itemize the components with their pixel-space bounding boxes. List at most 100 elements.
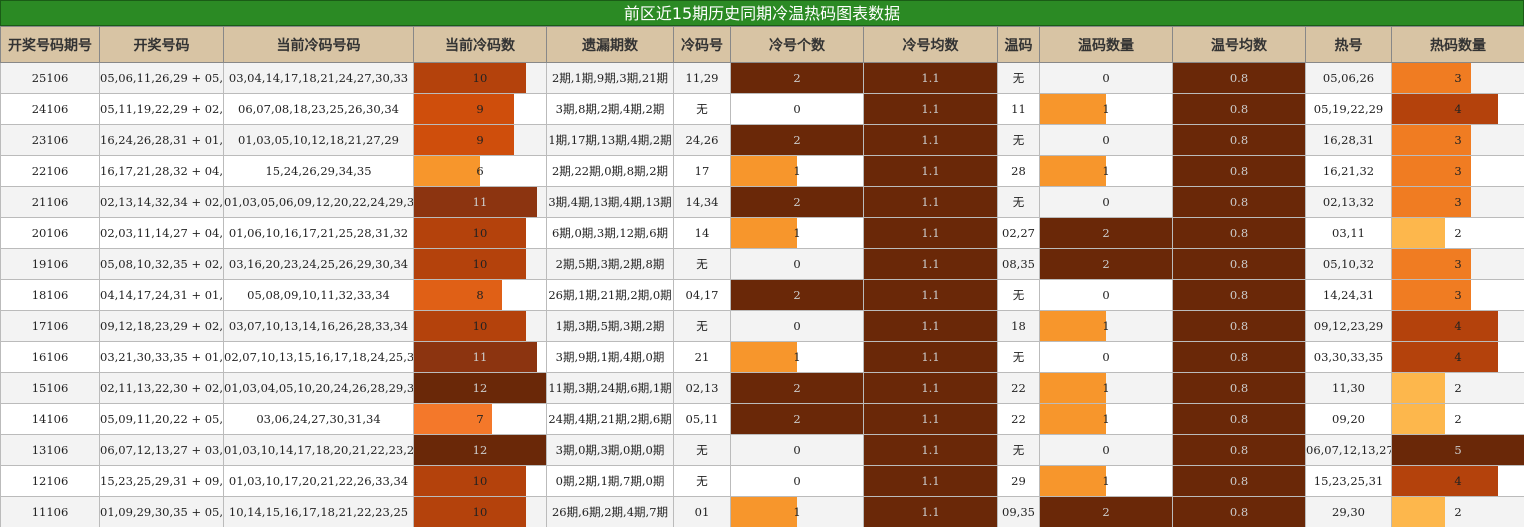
table-row[interactable]: 1110601,09,29,30,35 + 05,0910,14,15,16,1… — [0, 496, 1524, 527]
table-row[interactable]: 1510602,11,13,22,30 + 02,0301,03,04,05,1… — [0, 372, 1524, 404]
bar-fill — [1392, 373, 1445, 403]
cell-draw: 05,08,10,32,35 + 02,10 — [99, 248, 224, 280]
cell-warm-avg: 0.8 — [1172, 434, 1306, 466]
col-header-cold-num-count[interactable]: 冷号个数 — [730, 26, 864, 63]
cell-cold-count: 10 — [413, 465, 547, 497]
col-header-warm[interactable]: 温码 — [997, 26, 1040, 63]
cell-cold-num-count: 2 — [730, 124, 864, 156]
cell-cold-nums: 01,03,04,05,10,20,24,26,28,29,31,35 — [223, 372, 414, 404]
cell-cold-code: 无 — [673, 465, 731, 497]
table-row[interactable]: 2210616,17,21,28,32 + 04,0715,24,26,29,3… — [0, 155, 1524, 187]
cell-cold-nums: 03,06,24,27,30,31,34 — [223, 403, 414, 435]
bar-fill — [414, 218, 527, 248]
col-header-draw[interactable]: 开奖号码 — [99, 26, 224, 63]
cell-cold-num-count: 0 — [730, 310, 864, 342]
bar-value: 0.8 — [1229, 257, 1249, 271]
bar-value: 1 — [1102, 474, 1110, 488]
cell-miss: 2期,5期,3期,2期,8期 — [546, 248, 674, 280]
bar-value: 1.1 — [921, 71, 940, 85]
cell-hot: 16,21,32 — [1305, 155, 1392, 187]
cell-warm: 无 — [997, 62, 1040, 94]
bar-value: 0 — [1102, 71, 1110, 85]
cell-warm-avg: 0.8 — [1172, 496, 1306, 527]
cell-cold-code: 无 — [673, 248, 731, 280]
table-row[interactable]: 1610603,21,30,33,35 + 01,0402,07,10,13,1… — [0, 341, 1524, 373]
cell-period: 20106 — [0, 217, 100, 249]
bar-value: 10 — [472, 474, 488, 488]
table-row[interactable]: 2010602,03,11,14,27 + 04,1001,06,10,16,1… — [0, 217, 1524, 249]
col-header-miss[interactable]: 遗漏期数 — [546, 26, 674, 63]
table-row[interactable]: 1910605,08,10,32,35 + 02,1003,16,20,23,2… — [0, 248, 1524, 280]
col-header-warm-count[interactable]: 温码数量 — [1039, 26, 1173, 63]
col-header-hot[interactable]: 热号 — [1305, 26, 1392, 63]
cell-cold-avg: 1.1 — [863, 403, 998, 435]
bar-value: 1 — [793, 350, 801, 364]
cell-hot: 29,30 — [1305, 496, 1392, 527]
col-header-hot-count[interactable]: 热码数量 — [1391, 26, 1524, 63]
col-header-cold-avg[interactable]: 冷号均数 — [863, 26, 998, 63]
table-row[interactable]: 2410605,11,19,22,29 + 02,1206,07,08,18,2… — [0, 93, 1524, 125]
table-row[interactable]: 1410605,09,11,20,22 + 05,1103,06,24,27,3… — [0, 403, 1524, 435]
cell-cold-num-count: 1 — [730, 155, 864, 187]
bar-value: 1.1 — [921, 133, 940, 147]
bar-value: 1.1 — [921, 288, 940, 302]
cell-cold-avg: 1.1 — [863, 434, 998, 466]
cell-draw: 04,14,17,24,31 + 01,04 — [99, 279, 224, 311]
cell-cold-code: 04,17 — [673, 279, 731, 311]
bar-value: 1.1 — [921, 350, 940, 364]
col-header-cold-count[interactable]: 当前冷码数 — [413, 26, 547, 63]
cell-miss: 26期,1期,21期,2期,0期 — [546, 279, 674, 311]
bar-value: 5 — [1454, 443, 1462, 457]
cell-hot-count: 3 — [1391, 279, 1524, 311]
cell-draw: 02,11,13,22,30 + 02,03 — [99, 372, 224, 404]
col-header-cold-nums[interactable]: 当前冷码号码 — [223, 26, 414, 63]
cell-hot: 03,30,33,35 — [1305, 341, 1392, 373]
cell-warm-avg: 0.8 — [1172, 372, 1306, 404]
cell-hot: 09,12,23,29 — [1305, 310, 1392, 342]
bar-value: 4 — [1454, 319, 1462, 333]
col-header-cold-code[interactable]: 冷码号 — [673, 26, 731, 63]
bar-fill — [1392, 497, 1445, 527]
cell-cold-avg: 1.1 — [863, 217, 998, 249]
table-row[interactable]: 1710609,12,18,23,29 + 02,0403,07,10,13,1… — [0, 310, 1524, 342]
bar-value: 0.8 — [1229, 381, 1249, 395]
bar-value: 0 — [793, 443, 801, 457]
bar-fill — [414, 497, 527, 527]
cell-hot: 06,07,12,13,27 — [1305, 434, 1392, 466]
cell-hot: 02,13,32 — [1305, 186, 1392, 218]
page-title: 前区近15期历史同期冷温热码图表数据 — [0, 0, 1524, 26]
cell-miss: 1期,17期,13期,4期,2期 — [546, 124, 674, 156]
table-row[interactable]: 1210615,23,25,29,31 + 09,1001,03,10,17,2… — [0, 465, 1524, 497]
cell-period: 18106 — [0, 279, 100, 311]
cell-cold-nums: 06,07,08,18,23,25,26,30,34 — [223, 93, 414, 125]
bar-fill — [1392, 404, 1445, 434]
col-header-period[interactable]: 开奖号码期号 — [0, 26, 100, 63]
cell-warm: 29 — [997, 465, 1040, 497]
bar-fill — [1392, 218, 1445, 248]
bar-fill — [1040, 311, 1106, 341]
bar-value: 1.1 — [921, 474, 940, 488]
table-row[interactable]: 1310606,07,12,13,27 + 03,1201,03,10,14,1… — [0, 434, 1524, 466]
cell-cold-avg: 1.1 — [863, 124, 998, 156]
bar-fill — [1040, 94, 1106, 124]
bar-value: 0 — [1102, 350, 1110, 364]
table-row[interactable]: 1810604,14,17,24,31 + 01,0405,08,09,10,1… — [0, 279, 1524, 311]
cell-warm: 无 — [997, 124, 1040, 156]
col-header-warm-avg[interactable]: 温号均数 — [1172, 26, 1306, 63]
bar-value: 4 — [1454, 474, 1462, 488]
cell-cold-nums: 01,03,10,14,17,18,20,21,22,23,25,35 — [223, 434, 414, 466]
cell-cold-nums: 01,03,05,10,12,18,21,27,29 — [223, 124, 414, 156]
cell-hot: 16,28,31 — [1305, 124, 1392, 156]
bar-value: 3 — [1454, 133, 1462, 147]
table-row[interactable]: 2110602,13,14,32,34 + 02,1201,03,05,06,0… — [0, 186, 1524, 218]
cell-cold-nums: 01,03,05,06,09,12,20,22,24,29,35 — [223, 186, 414, 218]
bar-value: 2 — [1102, 226, 1110, 240]
table-row[interactable]: 2510605,06,11,26,29 + 05,1003,04,14,17,1… — [0, 62, 1524, 94]
cell-period: 16106 — [0, 341, 100, 373]
cell-cold-count: 9 — [413, 93, 547, 125]
table-row[interactable]: 2310616,24,26,28,31 + 01,0601,03,05,10,1… — [0, 124, 1524, 156]
bar-fill — [414, 466, 527, 496]
bar-value: 2 — [793, 71, 801, 85]
bar-value: 0.8 — [1229, 505, 1249, 519]
cell-cold-code: 24,26 — [673, 124, 731, 156]
